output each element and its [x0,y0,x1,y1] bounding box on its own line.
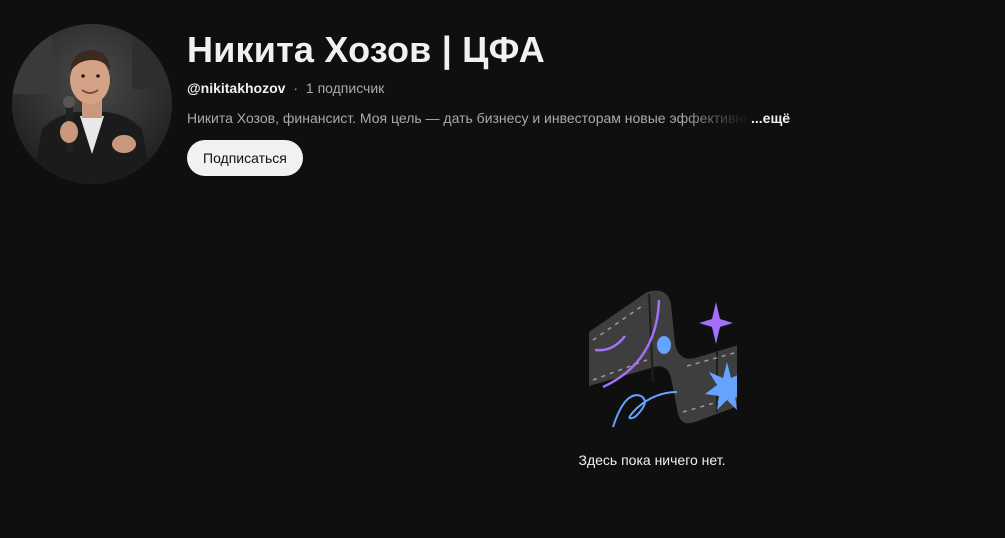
empty-content-illustration-icon [589,290,737,428]
channel-handle[interactable]: @nikitakhozov [187,80,285,96]
empty-state-message: Здесь пока ничего нет. [578,452,726,468]
empty-state: Здесь пока ничего нет. [552,282,752,470]
subscribe-button[interactable]: Подписаться [187,140,303,176]
channel-meta: @nikitakhozov · 1 подписчик [187,78,967,98]
channel-avatar[interactable] [12,24,172,184]
meta-separator: · [293,80,299,96]
channel-header: Никита Хозов | ЦФА @nikitakhozov · 1 под… [187,28,967,176]
channel-description[interactable]: Никита Хозов, финансист. Моя цель — дать… [187,108,797,128]
more-link[interactable]: ...ещё [751,108,790,128]
description-text: Никита Хозов, финансист. Моя цель — дать… [187,110,749,126]
subscriber-count: 1 подписчик [305,80,385,96]
channel-title: Никита Хозов | ЦФА [187,29,545,70]
person-photo-icon [12,24,172,184]
channel-page: Никита Хозов | ЦФА @nikitakhozov · 1 под… [0,0,1005,538]
